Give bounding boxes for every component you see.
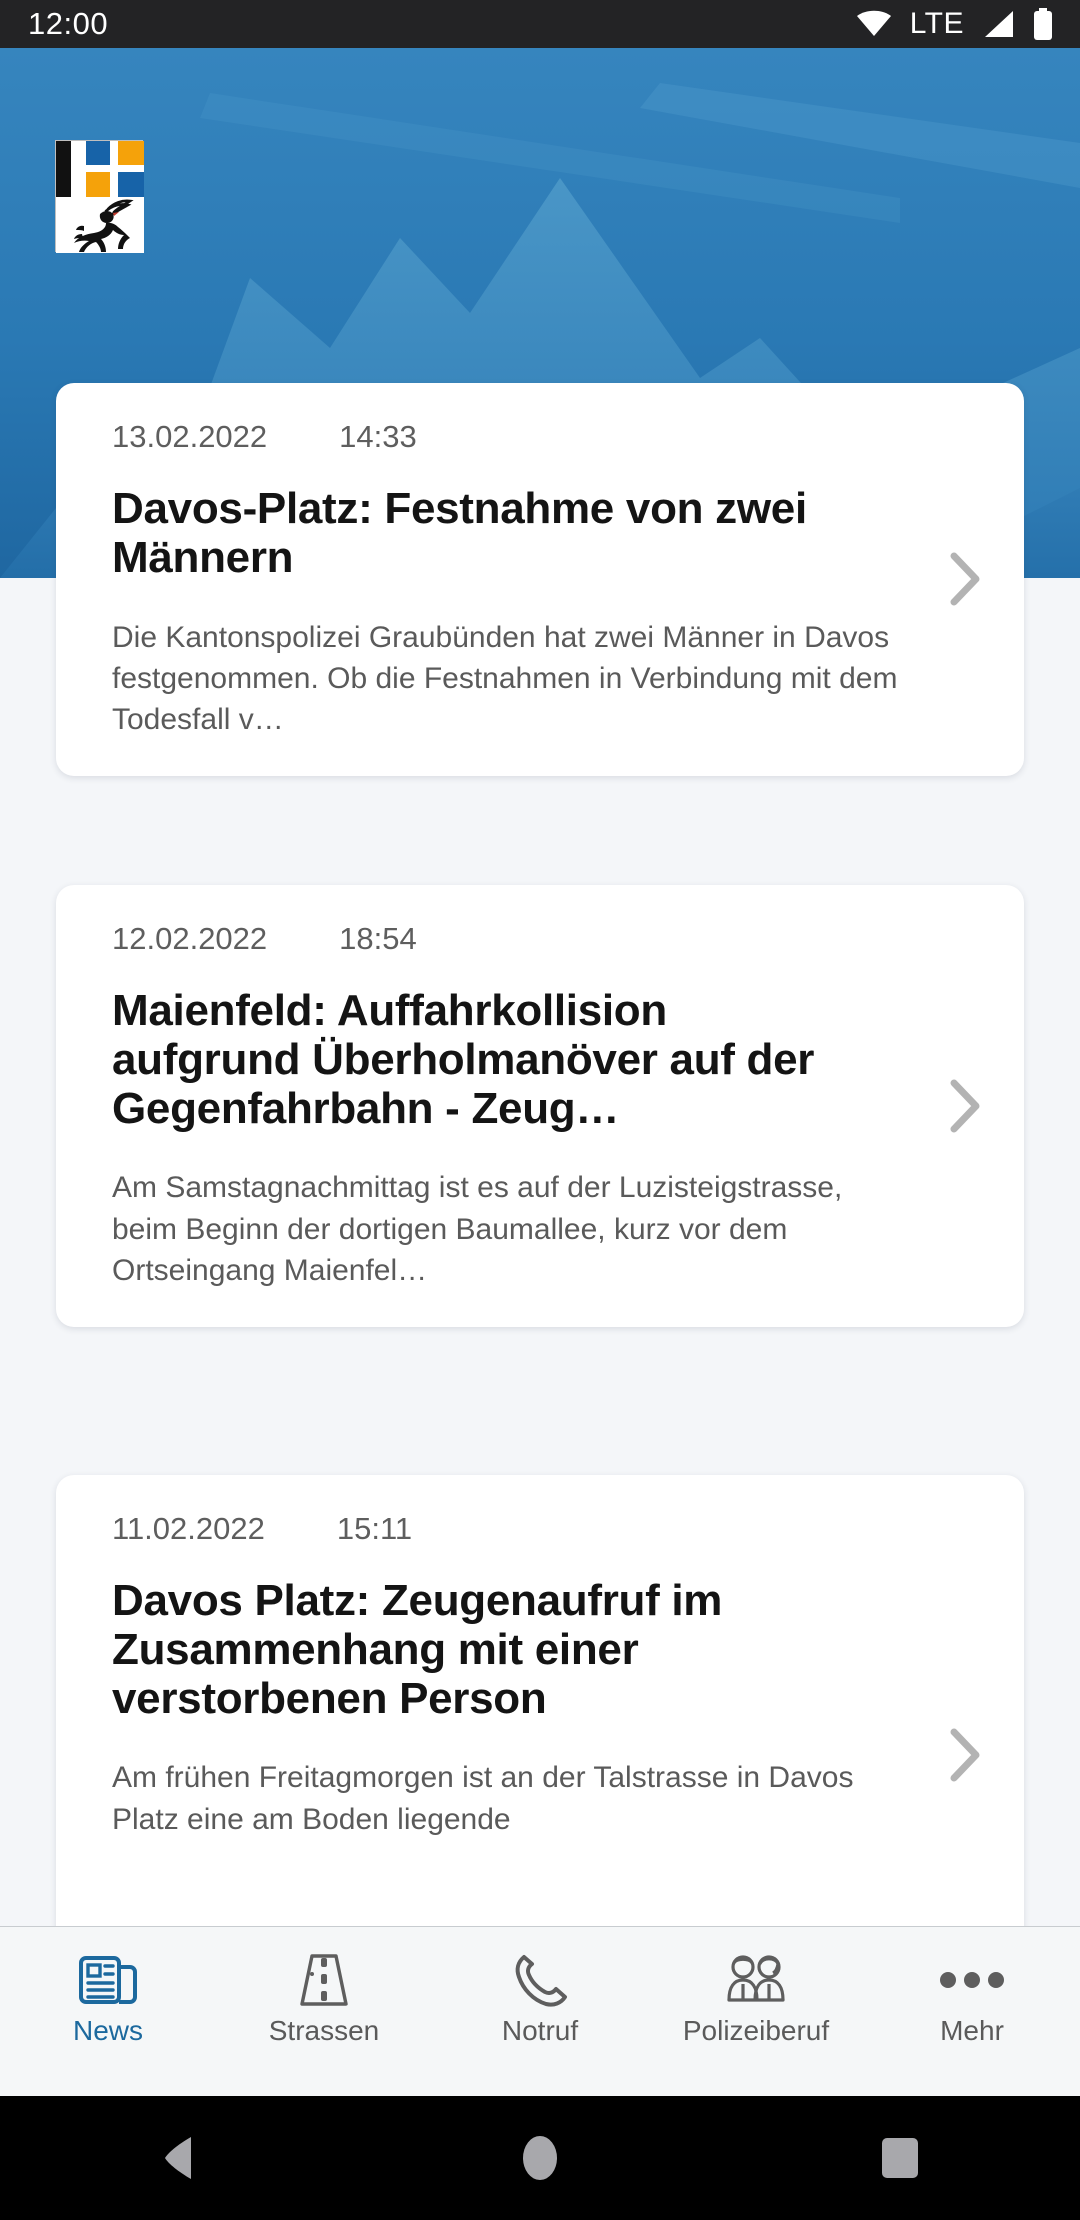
three-dots-icon[interactable]: [939, 1949, 1005, 2011]
wifi-icon: [856, 10, 891, 36]
news-card-chevron-area[interactable]: [906, 1475, 1024, 1926]
news-summary: Die Kantonspolizei Graubünden hat zwei M…: [112, 620, 898, 736]
two-people-icon[interactable]: [721, 1949, 791, 2011]
android-system-navigation[interactable]: [0, 2096, 1080, 2220]
news-time: 14:33: [339, 419, 417, 454]
nav-label-polizeiberuf: Polizeiberuf: [682, 2015, 830, 2046]
nav-label-news: News: [72, 2015, 143, 2046]
news-summary: Am frühen Freitagmorgen ist an der Talst…: [112, 1761, 854, 1836]
home-circle-icon[interactable]: [521, 2133, 559, 2183]
home-button[interactable]: [360, 2133, 720, 2183]
status-bar-icons: LTE: [856, 7, 1054, 41]
back-triangle-icon[interactable]: [159, 2135, 201, 2181]
news-title: Maienfeld: Auffahrkollision aufgrund Übe…: [112, 986, 815, 1133]
news-time: 15:11: [336, 1511, 413, 1546]
phone-icon[interactable]: [511, 1949, 569, 2011]
news-card[interactable]: 12.02.2022 18:54 Maienfeld: Auffahrkolli…: [56, 885, 1024, 1327]
news-card-chevron-area[interactable]: [906, 383, 1024, 776]
news-card-chevron-area[interactable]: [906, 885, 1024, 1327]
battery-icon: [1034, 8, 1052, 40]
news-title: Davos-Platz: Festnahme von zwei Männern: [112, 484, 807, 582]
news-card-content: 13.02.2022 14:33 Davos-Platz: Festnahme …: [56, 383, 906, 776]
bottom-navigation-bar[interactable]: News Strassen Notruf Polizeiberuf Mehr: [0, 1926, 1080, 2096]
news-time: 18:54: [339, 921, 417, 956]
news-card-content: 12.02.2022 18:54 Maienfeld: Auffahrkolli…: [56, 885, 906, 1327]
recents-square-icon[interactable]: [880, 2136, 920, 2180]
chevron-right-icon[interactable]: [948, 1727, 982, 1783]
nav-item-polizeiberuf[interactable]: Polizeiberuf: [648, 1927, 864, 2047]
nav-item-news[interactable]: News: [0, 1927, 216, 2047]
nav-item-notruf[interactable]: Notruf: [432, 1927, 648, 2047]
news-card-meta: 11.02.2022 15:11: [112, 1511, 906, 1547]
news-date: 13.02.2022: [112, 419, 268, 454]
news-card-content: 11.02.2022 15:11 Davos Platz: Zeugenaufr…: [56, 1475, 906, 1926]
news-card-meta: 12.02.2022 18:54: [112, 921, 906, 957]
back-button[interactable]: [0, 2135, 360, 2181]
news-card[interactable]: 11.02.2022 15:11 Davos Platz: Zeugenaufr…: [56, 1475, 1024, 1926]
news-card[interactable]: 13.02.2022 14:33 Davos-Platz: Festnahme …: [56, 383, 1024, 776]
news-date: 12.02.2022: [112, 921, 268, 956]
network-type-label: LTE: [909, 7, 964, 40]
signal-icon: [985, 11, 1013, 37]
nav-label-mehr: Mehr: [940, 2015, 1004, 2046]
road-icon[interactable]: [296, 1949, 352, 2011]
nav-label-notruf: Notruf: [501, 2015, 579, 2046]
chevron-right-icon[interactable]: [948, 551, 982, 607]
news-date: 11.02.2022: [112, 1511, 265, 1546]
recents-button[interactable]: [720, 2136, 1080, 2180]
news-title: Davos Platz: Zeugenaufruf im Zusammenhan…: [112, 1576, 723, 1723]
nav-item-mehr[interactable]: Mehr: [864, 1927, 1080, 2047]
nav-item-strassen[interactable]: Strassen: [216, 1927, 432, 2047]
nav-label-strassen: Strassen: [268, 2015, 380, 2046]
news-summary: Am Samstagnachmittag ist es auf der Luzi…: [112, 1171, 843, 1287]
chevron-right-icon[interactable]: [948, 1078, 982, 1134]
news-card-meta: 13.02.2022 14:33: [112, 419, 906, 455]
news-feed[interactable]: 13.02.2022 14:33 Davos-Platz: Festnahme …: [0, 0, 1080, 1926]
newspaper-icon[interactable]: [79, 1949, 137, 2011]
status-bar: 12:00 LTE: [0, 0, 1080, 48]
status-bar-clock: 12:00: [28, 6, 109, 41]
